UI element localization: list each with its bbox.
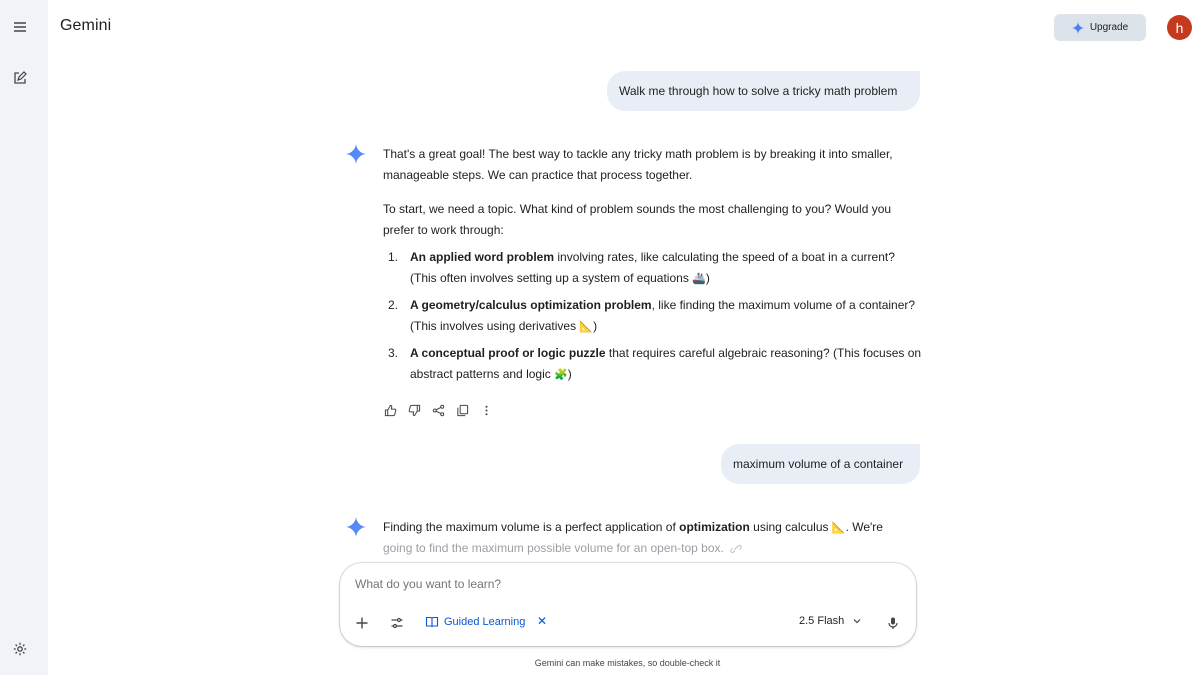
response-text: Finding the maximum volume is a perfect … <box>383 520 680 534</box>
response-text: using calculus <box>749 520 832 534</box>
response-text-faded: going to find the maximum possible volum… <box>383 541 724 555</box>
list-number: 3. <box>388 346 399 360</box>
response-actions <box>383 403 493 417</box>
response-list: 1. An applied word problem involving rat… <box>388 247 923 391</box>
copy-icon[interactable] <box>455 403 469 417</box>
guided-learning-chip[interactable]: Guided Learning <box>425 615 525 629</box>
list-item-end: ) <box>593 319 598 333</box>
ruler-emoji: 📐 <box>579 320 594 333</box>
response-text: . We're <box>845 520 883 534</box>
list-item: 2. A geometry/calculus optimization prob… <box>388 295 923 337</box>
ship-emoji: 🚢 <box>692 272 706 285</box>
plus-icon[interactable] <box>352 613 372 633</box>
ruler-emoji: 📐 <box>831 521 846 534</box>
list-item-title: An applied word problem <box>410 250 555 264</box>
app-title: Gemini <box>60 17 112 34</box>
more-options-icon[interactable] <box>479 403 493 417</box>
prompt-composer: Guided Learning ✕ 2.5 Flash <box>340 563 916 646</box>
list-item-title: A conceptual proof or logic puzzle <box>410 346 606 360</box>
book-icon <box>425 616 439 628</box>
thumbs-down-icon[interactable] <box>407 403 421 417</box>
response-paragraph: That's a great goal! The best way to tac… <box>383 147 893 182</box>
response-bold: optimization <box>679 520 750 534</box>
gemini-spark-icon <box>346 517 366 537</box>
list-item-end: ) <box>705 271 710 285</box>
list-item-end: ) <box>567 367 572 381</box>
prompt-input[interactable] <box>355 577 875 591</box>
upgrade-label: Upgrade <box>1089 22 1129 33</box>
share-icon[interactable] <box>431 403 445 417</box>
list-item-title: A geometry/calculus optimization problem <box>410 298 652 312</box>
puzzle-emoji: 🧩 <box>554 368 568 381</box>
guided-learning-label: Guided Learning <box>444 616 526 628</box>
side-rail <box>0 0 48 675</box>
list-number: 1. <box>388 250 399 264</box>
response-paragraph: To start, we need a topic. What kind of … <box>383 202 892 237</box>
chevron-down-icon <box>853 619 861 624</box>
model-label: 2.5 Flash <box>799 615 845 627</box>
avatar[interactable]: h <box>1167 15 1192 40</box>
user-message: Walk me through how to solve a tricky ma… <box>607 71 920 111</box>
microphone-icon[interactable] <box>883 613 903 633</box>
menu-icon[interactable] <box>8 15 32 39</box>
user-message: maximum volume of a container <box>721 444 920 484</box>
list-number: 2. <box>388 298 399 312</box>
disclaimer-text: Gemini can make mistakes, so double-chec… <box>534 658 721 668</box>
edit-icon[interactable] <box>8 66 32 90</box>
link-icon[interactable] <box>730 544 742 554</box>
thumbs-up-icon[interactable] <box>383 403 397 417</box>
model-selector[interactable]: 2.5 Flash <box>799 615 862 627</box>
list-item: 1. An applied word problem involving rat… <box>388 247 923 289</box>
gemini-spark-icon <box>346 144 366 164</box>
tools-icon[interactable] <box>387 613 407 633</box>
gemini-spark-icon <box>1071 21 1084 34</box>
close-icon[interactable]: ✕ <box>535 614 549 628</box>
response-paragraph: Finding the maximum volume is a perfect … <box>383 517 923 559</box>
upgrade-button[interactable]: Upgrade <box>1054 14 1146 41</box>
list-item: 3. A conceptual proof or logic puzzle th… <box>388 343 923 385</box>
